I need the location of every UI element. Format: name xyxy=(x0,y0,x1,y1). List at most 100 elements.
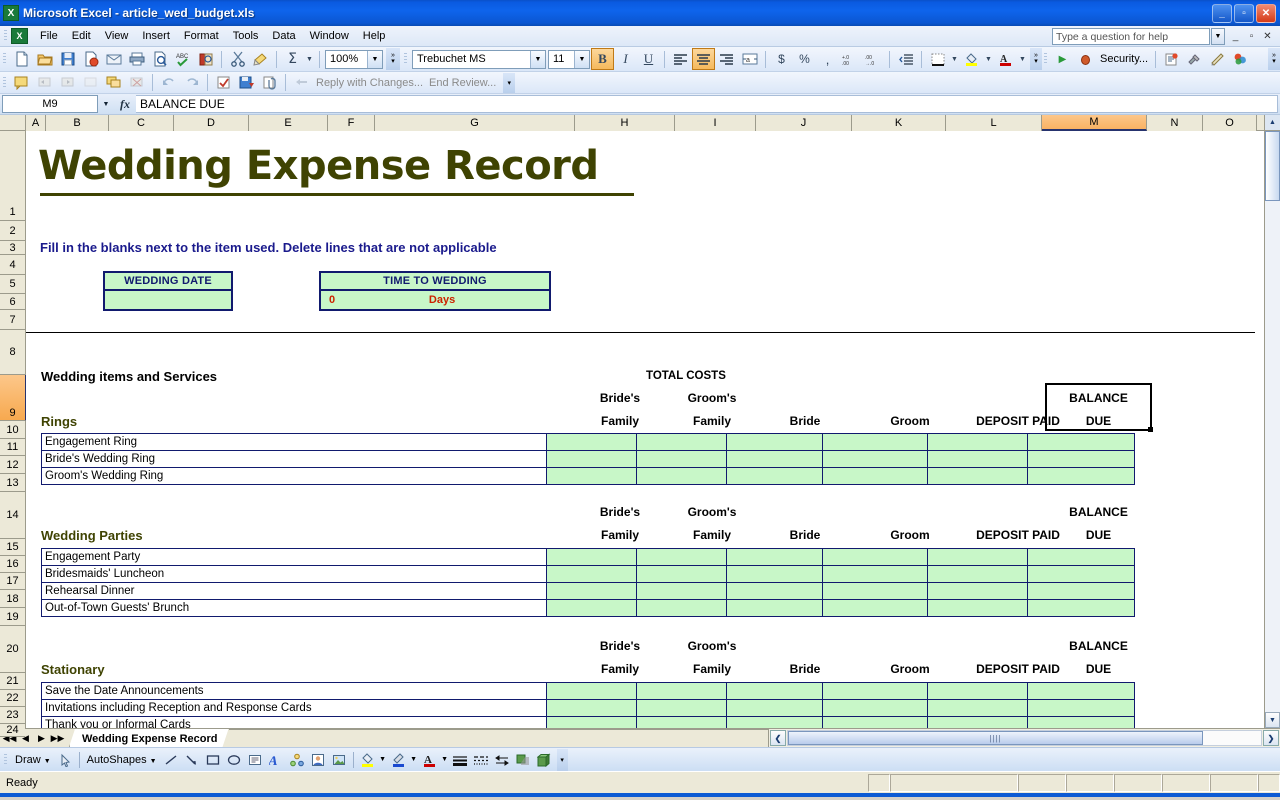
row-header-20[interactable]: 20 xyxy=(0,626,25,673)
item-name-cell[interactable]: Invitations including Reception and Resp… xyxy=(42,700,547,717)
bride-cell[interactable] xyxy=(727,468,823,485)
menu-item-insert[interactable]: Insert xyxy=(135,28,177,44)
menu-item-view[interactable]: View xyxy=(98,28,136,44)
item-name-cell[interactable]: Engagement Ring xyxy=(42,434,547,451)
chevron-down-icon[interactable]: ▼ xyxy=(409,750,419,770)
autosum-dropdown-icon[interactable]: ▼ xyxy=(304,48,315,70)
delete-comment-icon[interactable] xyxy=(125,72,148,94)
items-table-stationary[interactable]: Save the Date Announcements Invitations … xyxy=(41,682,1135,728)
grooms-family-cell[interactable] xyxy=(637,600,727,617)
column-header-g[interactable]: G xyxy=(375,115,575,131)
vertical-scrollbar[interactable]: ▼ xyxy=(1264,131,1280,728)
control-toolbox-icon[interactable] xyxy=(1183,48,1206,70)
groom-cell[interactable] xyxy=(823,683,928,700)
3d-style-icon[interactable] xyxy=(534,750,555,770)
rectangle-icon[interactable] xyxy=(203,750,224,770)
item-name-cell[interactable]: Thank you or Informal Cards xyxy=(42,717,547,729)
save-icon[interactable] xyxy=(56,48,79,70)
column-header-m[interactable]: M xyxy=(1042,115,1147,131)
deposit-paid-cell[interactable] xyxy=(928,600,1028,617)
row-header-2[interactable]: 2 xyxy=(0,221,25,241)
column-header-c[interactable]: C xyxy=(109,115,174,131)
fx-icon[interactable]: fx xyxy=(120,97,130,112)
chevron-down-icon[interactable]: ▼ xyxy=(949,48,960,70)
row-header-13[interactable]: 13 xyxy=(0,474,25,492)
diagram-icon[interactable] xyxy=(287,750,308,770)
brides-family-cell[interactable] xyxy=(547,700,637,717)
maximize-button[interactable]: ▫ xyxy=(1234,4,1254,23)
line-color-icon[interactable] xyxy=(388,750,409,770)
grooms-family-cell[interactable] xyxy=(637,434,727,451)
column-header-a[interactable]: A xyxy=(26,115,46,131)
microsoft-script-editor-icon[interactable] xyxy=(1229,48,1252,70)
groom-cell[interactable] xyxy=(823,566,928,583)
picture-icon[interactable] xyxy=(329,750,350,770)
currency-button[interactable]: $ xyxy=(770,48,793,70)
row-header-16[interactable]: 16 xyxy=(0,556,25,573)
brides-family-cell[interactable] xyxy=(547,683,637,700)
vscroll-track[interactable] xyxy=(1265,131,1280,712)
underline-button[interactable]: U xyxy=(637,48,660,70)
grooms-family-cell[interactable] xyxy=(637,566,727,583)
brides-family-cell[interactable] xyxy=(547,717,637,729)
doc-minimize-button[interactable]: _ xyxy=(1229,31,1242,42)
table-row[interactable]: Engagement Party xyxy=(42,549,1135,566)
security-overflow-button[interactable]: »▾ xyxy=(1268,48,1280,70)
item-name-cell[interactable]: Groom's Wedding Ring xyxy=(42,468,547,485)
chevron-down-icon[interactable]: ▼ xyxy=(530,51,545,68)
arrow-icon[interactable] xyxy=(182,750,203,770)
line-icon[interactable] xyxy=(161,750,182,770)
deposit-paid-cell[interactable] xyxy=(928,451,1028,468)
column-header-j[interactable]: J xyxy=(756,115,852,131)
hide-comment-icon[interactable] xyxy=(79,72,102,94)
groom-cell[interactable] xyxy=(823,468,928,485)
email-icon[interactable] xyxy=(102,48,125,70)
font-name-combo[interactable]: Trebuchet MS ▼ xyxy=(412,50,546,69)
items-table-wedding-parties[interactable]: Engagement Party Bridesmaids' Luncheon xyxy=(41,548,1135,617)
deposit-paid-cell[interactable] xyxy=(928,549,1028,566)
comma-button[interactable]: , xyxy=(816,48,839,70)
line-style-icon[interactable] xyxy=(450,750,471,770)
deposit-paid-cell[interactable] xyxy=(928,468,1028,485)
drawing-toolbar-gripper[interactable] xyxy=(2,752,9,768)
align-right-icon[interactable] xyxy=(715,48,738,70)
item-name-cell[interactable]: Rehearsal Dinner xyxy=(42,583,547,600)
toolbar-gripper[interactable] xyxy=(1,51,8,67)
column-header-f[interactable]: F xyxy=(328,115,375,131)
wedding-date-value[interactable] xyxy=(105,291,231,309)
draw-menu-button[interactable]: Draw ▼ xyxy=(11,754,55,766)
toolbar-overflow-button[interactable]: »▾ xyxy=(386,48,400,70)
security-label[interactable]: Security... xyxy=(1097,53,1151,65)
increase-decimal-icon[interactable]: +.0.00 xyxy=(839,48,862,70)
column-header-n[interactable]: N xyxy=(1147,115,1203,131)
bride-cell[interactable] xyxy=(727,434,823,451)
open-icon[interactable] xyxy=(33,48,56,70)
row-header-24[interactable]: 24 xyxy=(0,724,25,737)
menu-item-help[interactable]: Help xyxy=(356,28,393,44)
balance-due-cell[interactable] xyxy=(1028,683,1135,700)
sheet-tab-wedding-expense-record[interactable]: Wedding Expense Record xyxy=(69,729,229,747)
column-header-k[interactable]: K xyxy=(852,115,946,131)
row-header-3[interactable]: 3 xyxy=(0,241,25,255)
doc-close-button[interactable]: ✕ xyxy=(1261,31,1274,42)
next-comment-icon[interactable] xyxy=(56,72,79,94)
new-comment-icon[interactable] xyxy=(10,72,33,94)
groom-cell[interactable] xyxy=(823,583,928,600)
table-row[interactable]: Bride's Wedding Ring xyxy=(42,451,1135,468)
row-header-23[interactable]: 23 xyxy=(0,707,25,724)
row-header-18[interactable]: 18 xyxy=(0,590,25,608)
row-header-22[interactable]: 22 xyxy=(0,690,25,707)
row-header-21[interactable]: 21 xyxy=(0,673,25,690)
column-header-e[interactable]: E xyxy=(249,115,328,131)
close-button[interactable]: ✕ xyxy=(1256,4,1276,23)
row-header-9[interactable]: 9 xyxy=(0,375,27,421)
balance-due-cell[interactable] xyxy=(1028,549,1135,566)
deposit-paid-cell[interactable] xyxy=(928,566,1028,583)
row-header-1[interactable]: 1 xyxy=(0,131,25,221)
reviewing-overflow-button[interactable]: ▾ xyxy=(503,73,515,93)
font-color-icon[interactable]: A xyxy=(994,48,1017,70)
bride-cell[interactable] xyxy=(727,700,823,717)
deposit-paid-cell[interactable] xyxy=(928,583,1028,600)
bride-cell[interactable] xyxy=(727,600,823,617)
brides-family-cell[interactable] xyxy=(547,600,637,617)
